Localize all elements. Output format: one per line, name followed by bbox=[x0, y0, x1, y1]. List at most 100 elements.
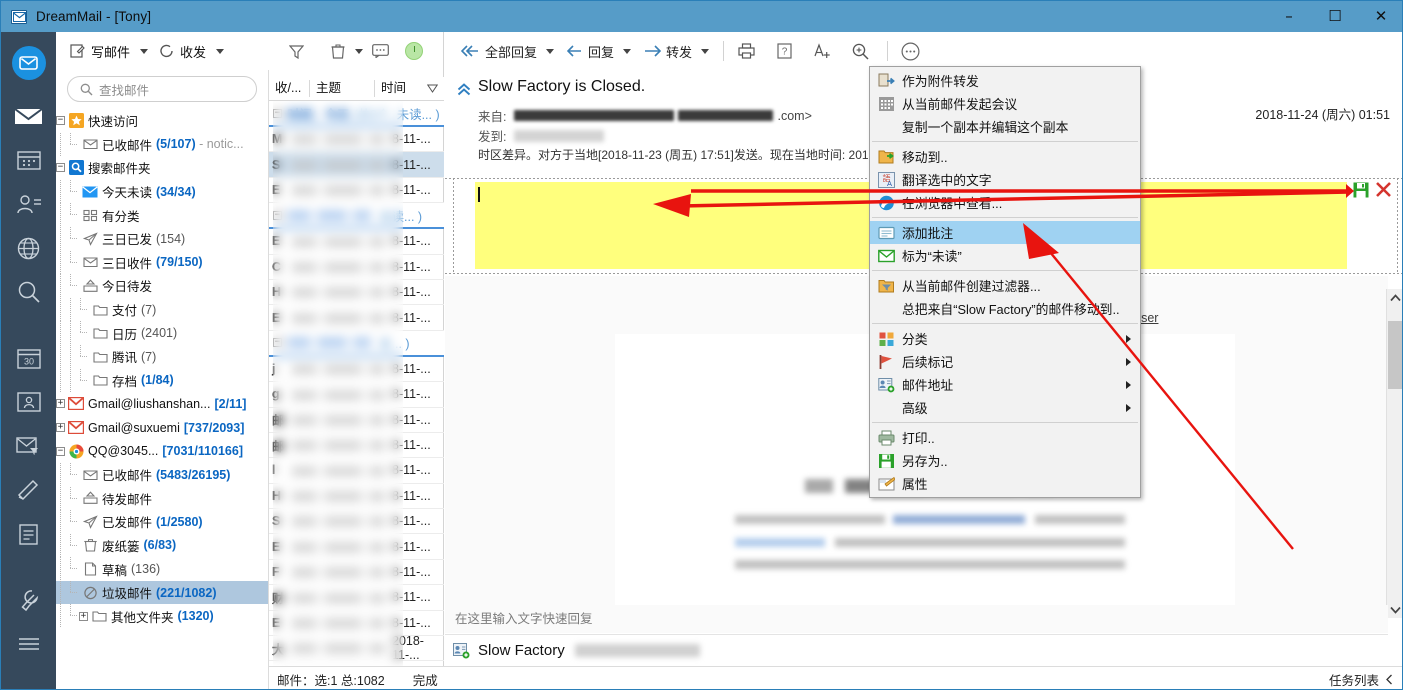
menu-item-16[interactable]: 邮件地址 bbox=[870, 373, 1140, 396]
list-item[interactable]: H 8-11-... bbox=[269, 484, 444, 510]
tree-expander[interactable]: − bbox=[56, 446, 65, 456]
rail-item-calendar30[interactable]: 30 bbox=[1, 336, 56, 380]
tree-item-17[interactable]: 已发邮件 (1/2580) bbox=[56, 510, 268, 534]
menu-item-11[interactable]: 从当前邮件创建过滤器... bbox=[870, 274, 1140, 297]
help-button[interactable]: ? bbox=[769, 38, 799, 65]
list-group-header[interactable]: − 未... ) bbox=[269, 330, 444, 357]
rail-item-document[interactable] bbox=[1, 512, 56, 556]
tree-item-14[interactable]: − QQ@3045... [7031/110166] bbox=[56, 439, 268, 463]
reply-all-dropdown-caret[interactable] bbox=[546, 48, 555, 54]
body-scrollbar[interactable] bbox=[1386, 289, 1402, 618]
search-box[interactable]: 查找邮件 bbox=[67, 76, 257, 102]
tree-item-6[interactable]: 三日收件 (79/150) bbox=[56, 250, 268, 275]
reply-dropdown-caret[interactable] bbox=[623, 48, 632, 54]
context-menu[interactable]: 作为附件转发 从当前邮件发起会议 复制一个副本并编辑这个副本 移动到.. 語 A 翻译选中的… bbox=[869, 66, 1141, 498]
menu-item-9[interactable]: 标为“未读” bbox=[870, 244, 1140, 267]
minimize-button[interactable]: – bbox=[1266, 1, 1312, 32]
rail-item-tools[interactable] bbox=[1, 578, 56, 622]
rail-item-address-card[interactable] bbox=[1, 380, 56, 424]
tree-item-13[interactable]: + Gmail@suxuemi [737/2093] bbox=[56, 416, 268, 440]
menu-item-17[interactable]: 高级 bbox=[870, 396, 1140, 419]
list-group-header[interactable]: − 时间：今天 (共3个, 未读... ) bbox=[269, 101, 444, 127]
list-item[interactable]: C 8-11-... bbox=[269, 255, 444, 280]
list-item[interactable]: g 8-11-... bbox=[269, 382, 444, 408]
send-receive-dropdown-caret[interactable] bbox=[216, 48, 225, 54]
comment-button[interactable] bbox=[367, 38, 394, 64]
group-expander[interactable]: − bbox=[273, 108, 282, 118]
tree-item-10[interactable]: 腾讯 (7) bbox=[56, 344, 268, 369]
list-item[interactable]: E 8-11-... bbox=[269, 305, 444, 331]
tree-item-18[interactable]: 废纸篓 (6/83) bbox=[56, 533, 268, 558]
list-group-header[interactable]: − 未读... ) bbox=[269, 203, 444, 230]
menu-item-21[interactable]: 属性 bbox=[870, 472, 1140, 495]
menu-item-8[interactable]: 添加批注 bbox=[870, 221, 1140, 244]
menu-item-6[interactable]: 在浏览器中查看... bbox=[870, 191, 1140, 214]
list-item[interactable]: E 8-11-... bbox=[269, 229, 444, 255]
send-receive-button[interactable]: 收发 bbox=[155, 38, 210, 64]
tree-item-5[interactable]: 三日已发 (154) bbox=[56, 226, 268, 251]
rail-item-contacts[interactable] bbox=[1, 182, 56, 226]
rail-item-menu[interactable] bbox=[1, 622, 56, 666]
list-item[interactable]: E 8-11-... bbox=[269, 534, 444, 560]
tree-item-15[interactable]: 已收邮件 (5483/26195) bbox=[56, 462, 268, 487]
annotation-close-button[interactable] bbox=[1375, 181, 1392, 198]
message-list[interactable]: − 时间：今天 (共3个, 未读... ) M 8-11-... S 8-11-... E 8-… bbox=[269, 101, 444, 669]
rail-item-mail-filter[interactable] bbox=[1, 424, 56, 468]
menu-item-15[interactable]: 后续标记 bbox=[870, 350, 1140, 373]
reply-all-button[interactable]: 全部回复 bbox=[455, 38, 540, 65]
rail-item-mail[interactable] bbox=[1, 32, 56, 94]
compose-dropdown-caret[interactable] bbox=[140, 48, 149, 54]
list-item[interactable]: M 8-11-... bbox=[269, 127, 444, 153]
list-item[interactable]: E 8-11-... bbox=[269, 178, 444, 204]
annotation-save-button[interactable] bbox=[1353, 182, 1369, 198]
menu-item-0[interactable]: 作为附件转发 bbox=[870, 69, 1140, 92]
tree-item-8[interactable]: 支付 (7) bbox=[56, 297, 268, 322]
maximize-button[interactable]: ☐ bbox=[1312, 1, 1358, 32]
tree-item-0[interactable]: − 快速访问 bbox=[56, 109, 268, 133]
column-header-subject[interactable]: 主题 bbox=[309, 80, 374, 97]
tree-item-2[interactable]: − 搜索邮件夹 bbox=[56, 156, 268, 180]
reply-button[interactable]: 回复 bbox=[561, 38, 617, 65]
list-item[interactable]: 邮 8-11-... bbox=[269, 433, 444, 459]
menu-item-19[interactable]: 打印.. bbox=[870, 426, 1140, 449]
task-list-button[interactable]: 任务列表 bbox=[1329, 670, 1394, 689]
list-item[interactable]: 邮 8-11-... bbox=[269, 408, 444, 433]
tree-expander[interactable]: + bbox=[56, 399, 65, 409]
tree-item-20[interactable]: 垃圾邮件 (221/1082) bbox=[56, 580, 268, 605]
quick-reply-input[interactable]: 在这里输入文字快速回复 bbox=[445, 605, 1388, 633]
tree-expander[interactable]: + bbox=[79, 611, 88, 621]
rail-item-search[interactable] bbox=[1, 270, 56, 314]
rail-item-globe[interactable] bbox=[1, 226, 56, 270]
compose-button[interactable]: 写邮件 bbox=[66, 38, 134, 64]
menu-item-12[interactable]: 总把来自“Slow Factory”的邮件移动到.. bbox=[870, 297, 1140, 320]
list-item[interactable]: E 8-11-... bbox=[269, 611, 444, 637]
zoom-in-button[interactable] bbox=[845, 38, 875, 65]
menu-item-1[interactable]: 从当前邮件发起会议 bbox=[870, 92, 1140, 115]
rail-item-compose[interactable] bbox=[1, 468, 56, 512]
filter-button[interactable] bbox=[283, 38, 310, 64]
group-expander[interactable]: − bbox=[273, 338, 282, 348]
scroll-up-button[interactable] bbox=[1387, 289, 1402, 306]
menu-item-4[interactable]: 移动到.. bbox=[870, 145, 1140, 168]
column-header-from[interactable]: 收/... bbox=[269, 80, 309, 97]
menu-item-5[interactable]: 語 A 翻译选中的文字 bbox=[870, 168, 1140, 191]
list-item[interactable]: S 8-11-... bbox=[269, 509, 444, 535]
tree-item-4[interactable]: 有分类 bbox=[56, 203, 268, 227]
delete-dropdown-caret[interactable] bbox=[355, 48, 363, 54]
menu-item-20[interactable]: 另存为.. bbox=[870, 449, 1140, 472]
tree-expander[interactable]: − bbox=[56, 163, 65, 173]
more-options-button[interactable] bbox=[895, 38, 925, 65]
list-item[interactable]: l 8-11-... bbox=[269, 458, 444, 484]
tree-item-12[interactable]: + Gmail@liushanshan... [2/11] bbox=[56, 392, 268, 416]
menu-item-14[interactable]: 分类 bbox=[870, 327, 1140, 350]
chevron-up-icon[interactable] bbox=[457, 83, 471, 99]
list-item[interactable]: 财 8-11-... bbox=[269, 585, 444, 611]
list-item[interactable]: F 8-11-... bbox=[269, 560, 444, 586]
list-item[interactable]: S 8-11-... bbox=[269, 152, 444, 178]
forward-dropdown-caret[interactable] bbox=[701, 48, 710, 54]
scroll-thumb[interactable] bbox=[1388, 321, 1402, 389]
list-item[interactable]: j 8-11-... bbox=[269, 357, 444, 383]
tree-item-19[interactable]: 草稿 (136) bbox=[56, 557, 268, 581]
rail-item-calendar[interactable] bbox=[1, 138, 56, 182]
search-input[interactable]: 查找邮件 bbox=[99, 80, 149, 99]
